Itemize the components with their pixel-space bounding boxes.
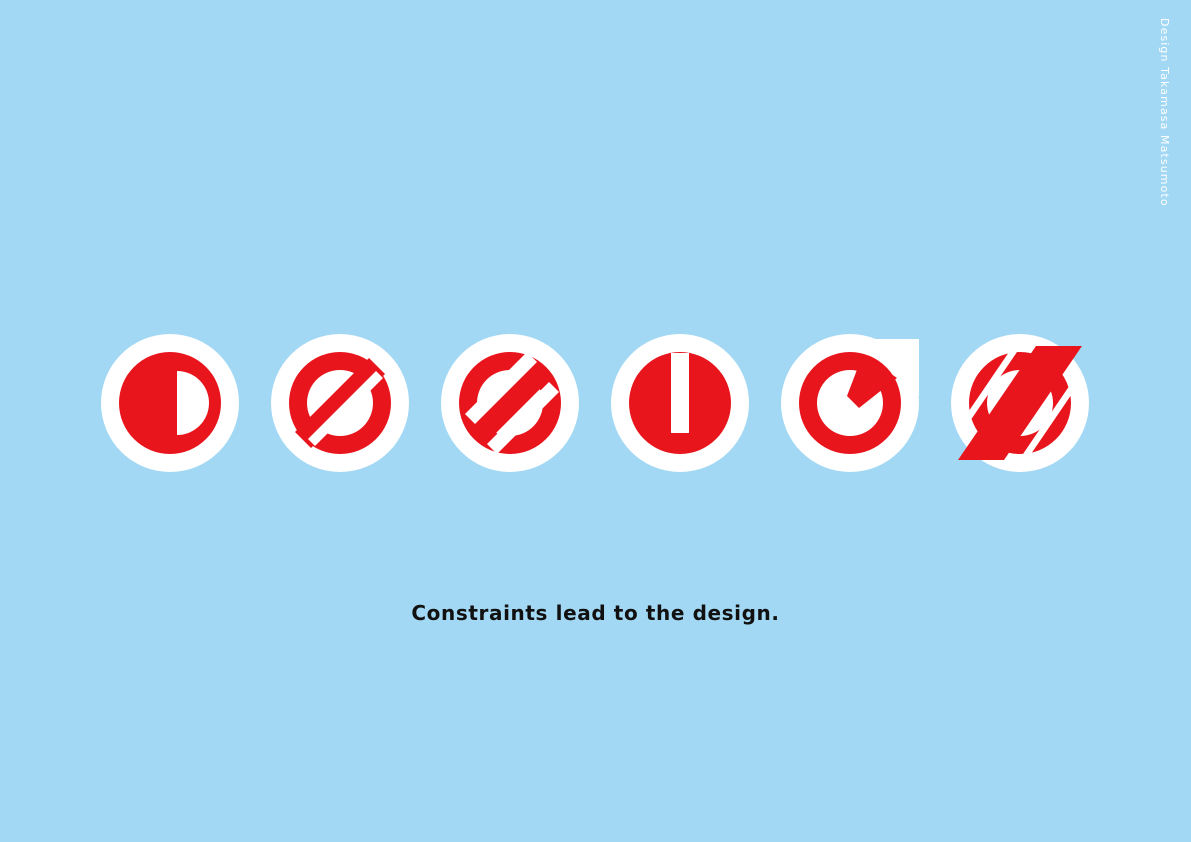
letter-d-icon	[101, 334, 239, 472]
letter-n-icon	[951, 334, 1089, 472]
designer-credit: Design Takamasa Matsumoto	[1158, 18, 1171, 207]
tagline: Constraints lead to the design.	[411, 601, 780, 625]
letter-e-icon	[271, 334, 409, 472]
letter-i-icon	[611, 334, 749, 472]
letter-s-icon	[441, 334, 579, 472]
letter-g-icon	[781, 334, 919, 472]
design-word-glyph-row	[0, 334, 1191, 474]
